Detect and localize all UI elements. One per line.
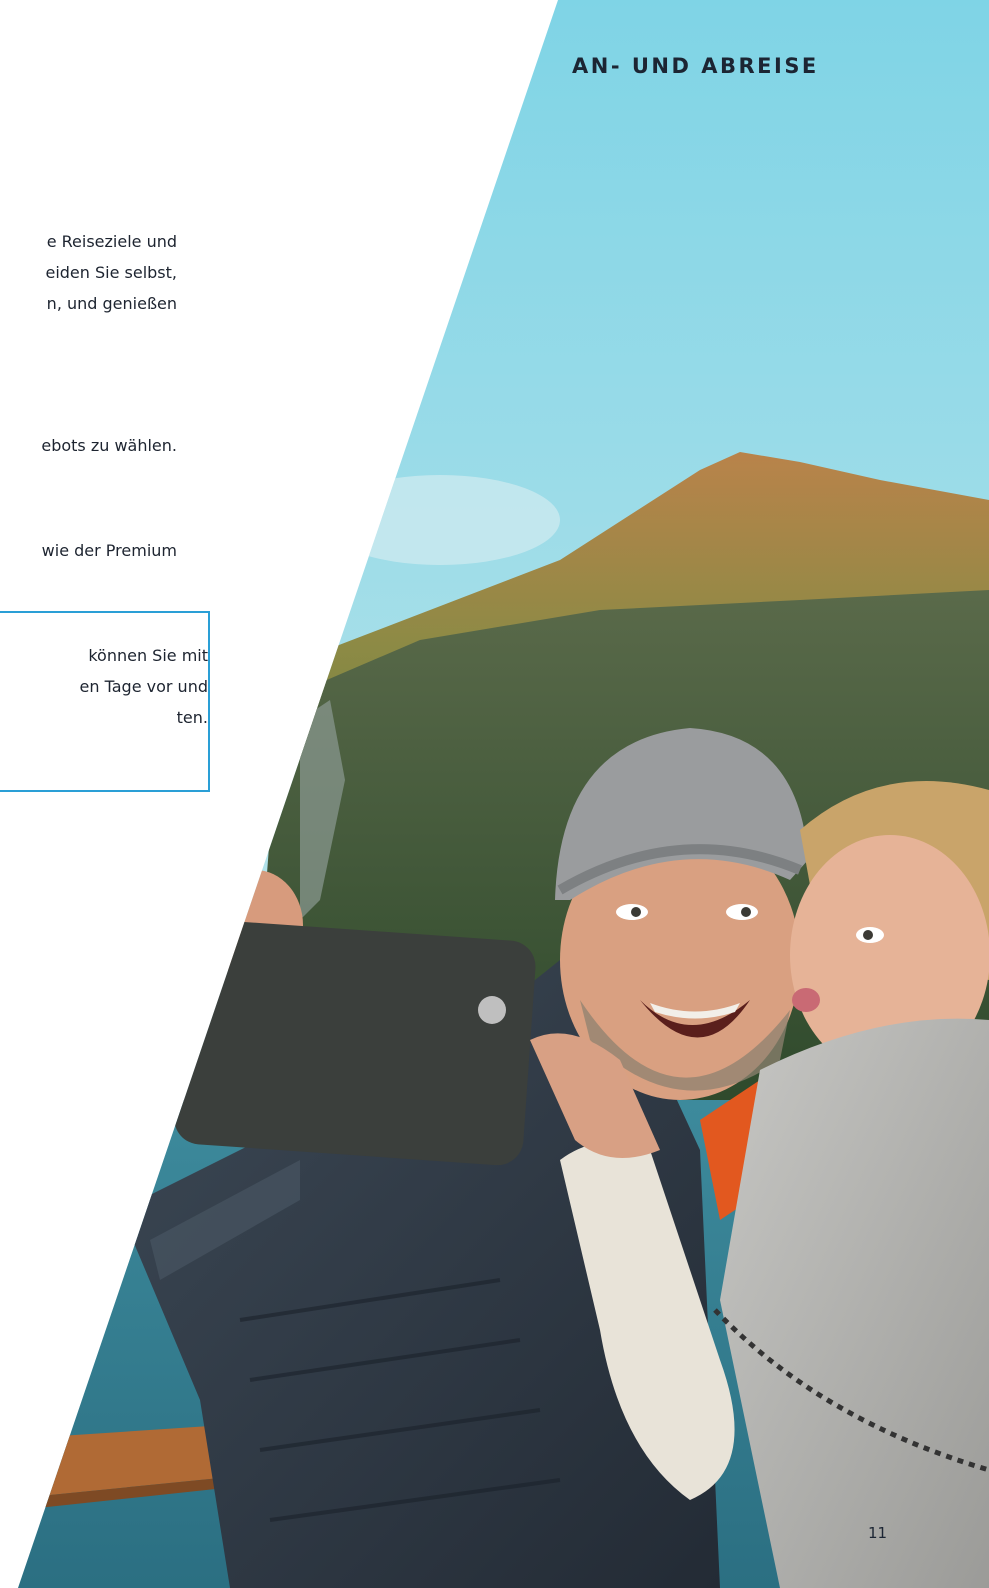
premium-paragraph: wie der Premium	[42, 535, 177, 566]
intro-line-2: eiden Sie selbst,	[45, 263, 177, 282]
info-line-2: en Tage vor und	[79, 677, 208, 696]
offer-paragraph: ebots zu wählen.	[41, 430, 177, 461]
info-line-3: ten.	[176, 708, 208, 727]
info-line-1: können Sie mit	[88, 646, 208, 665]
section-title: AN- UND ABREISE	[572, 54, 819, 78]
intro-line-1: e Reiseziele und	[46, 232, 177, 251]
premium-line-1: wie der Premium	[41, 541, 177, 560]
intro-line-3: n, und genießen	[46, 294, 177, 313]
intro-paragraph: e Reiseziele und eiden Sie selbst, n, un…	[45, 226, 177, 319]
info-box-text: können Sie mit en Tage vor und ten.	[80, 640, 208, 733]
page-number: 11	[868, 1524, 888, 1542]
offer-line-1: ebots zu wählen.	[41, 436, 177, 455]
